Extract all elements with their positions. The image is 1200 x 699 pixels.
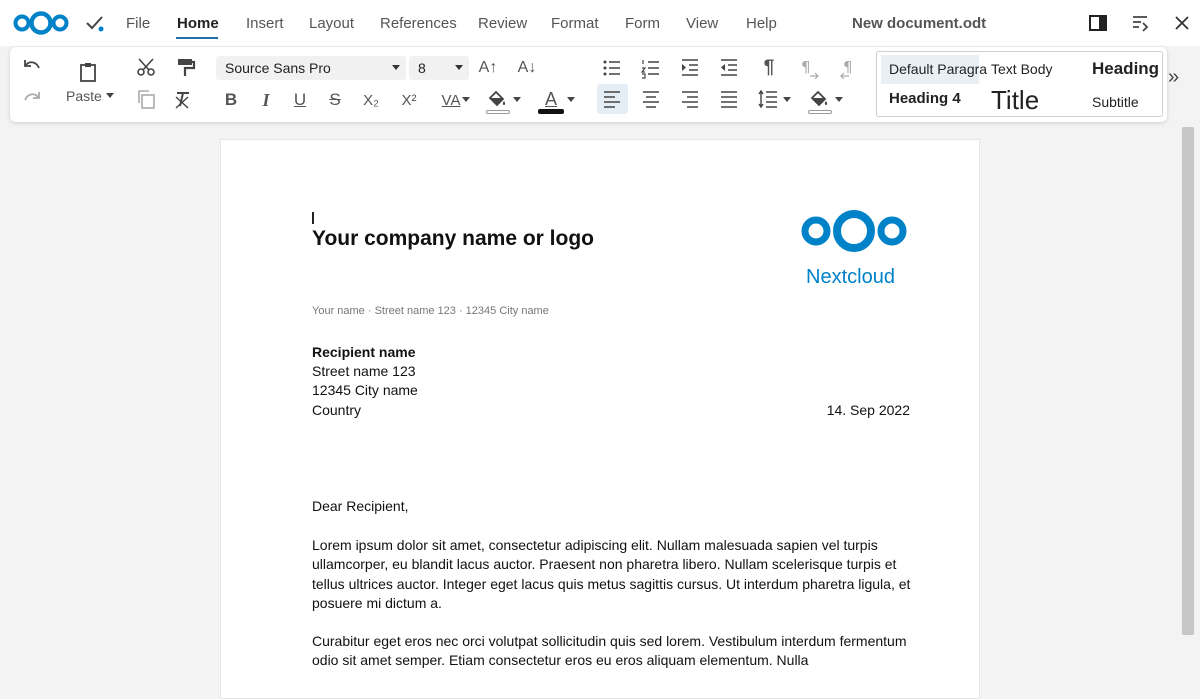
increase-indent-icon[interactable] xyxy=(678,56,702,80)
recipient-country: Country xyxy=(312,402,362,418)
highlight-color-swatch xyxy=(486,110,510,114)
body-paragraph: Lorem ipsum dolor sit amet, consectetur … xyxy=(312,537,911,611)
font-size-value: 8 xyxy=(418,60,426,76)
menu-references[interactable]: References xyxy=(380,15,457,32)
font-size-select[interactable]: 8 xyxy=(409,56,469,80)
menu-review[interactable]: Review xyxy=(478,15,527,32)
numbered-list-icon[interactable] xyxy=(639,56,663,80)
paste-icon[interactable] xyxy=(76,60,100,84)
undo-icon[interactable] xyxy=(20,55,44,79)
font-color-swatch xyxy=(538,109,564,114)
style-text-body[interactable]: Text Body xyxy=(987,61,1053,77)
font-name-value: Source Sans Pro xyxy=(225,60,331,76)
grow-font-button[interactable]: A↑ xyxy=(475,55,501,81)
chevron-down-icon[interactable] xyxy=(462,97,470,102)
logo-wordmark: Nextcloud xyxy=(806,266,895,288)
styles-gallery: Default Paragraph Text Body Heading Head… xyxy=(876,51,1163,117)
recipient-street: Street name 123 xyxy=(312,363,416,379)
align-center-icon[interactable] xyxy=(639,87,663,111)
paste-button[interactable]: Paste xyxy=(66,88,102,104)
bullet-list-icon[interactable] xyxy=(600,56,624,80)
line-spacing-icon[interactable] xyxy=(756,87,780,111)
sender-line: Your name · Street name 123 · 12345 City… xyxy=(312,305,549,317)
nextcloud-logo-icon[interactable] xyxy=(12,10,70,36)
style-default-paragraph[interactable]: Default Paragraph xyxy=(889,61,1003,77)
chevron-down-icon[interactable] xyxy=(567,97,575,102)
align-left-icon[interactable] xyxy=(600,87,624,111)
highlight-color-icon[interactable] xyxy=(485,87,509,111)
close-icon[interactable] xyxy=(1171,12,1193,34)
justify-icon[interactable] xyxy=(717,87,741,111)
recipient-city: 12345 City name xyxy=(312,382,418,398)
body-paragraph: Curabitur eget eros nec orci volutpat so… xyxy=(312,633,907,669)
menu-insert[interactable]: Insert xyxy=(246,15,284,32)
copy-icon[interactable] xyxy=(134,87,158,111)
style-heading[interactable]: Heading xyxy=(1092,59,1160,79)
italic-button[interactable]: I xyxy=(253,87,279,113)
greeting: Dear Recipient, xyxy=(312,498,409,514)
menu-layout[interactable]: Layout xyxy=(309,15,354,32)
recipient-name: Recipient name xyxy=(312,344,416,360)
style-heading-4[interactable]: Heading 4 xyxy=(889,90,961,107)
menu-home[interactable]: Home xyxy=(177,15,219,32)
font-name-select[interactable]: Source Sans Pro xyxy=(216,56,406,80)
active-tab-indicator xyxy=(176,37,218,39)
paragraph-background-icon[interactable] xyxy=(807,87,831,111)
formatting-marks-button[interactable]: ¶ xyxy=(756,55,782,81)
document-title[interactable]: New document.odt xyxy=(852,15,986,32)
decrease-indent-icon[interactable] xyxy=(717,56,741,80)
shrink-font-button[interactable]: A↓ xyxy=(514,55,540,81)
text-cursor xyxy=(312,212,314,224)
style-title[interactable]: Title xyxy=(991,85,1039,116)
bold-button[interactable]: B xyxy=(218,87,244,113)
paste-dropdown-icon[interactable] xyxy=(106,93,114,98)
menu-help[interactable]: Help xyxy=(746,15,777,32)
saved-check-icon[interactable] xyxy=(84,12,106,34)
chevron-down-icon xyxy=(455,65,463,70)
align-right-icon[interactable] xyxy=(678,87,702,111)
letter-date: 14. Sep 2022 xyxy=(826,402,910,418)
cut-icon[interactable] xyxy=(134,55,158,79)
superscript-button[interactable]: X² xyxy=(396,87,422,113)
chevron-down-icon[interactable] xyxy=(783,97,791,102)
chevron-down-icon xyxy=(392,65,400,70)
sidebar-toggle-icon[interactable] xyxy=(1087,12,1109,34)
vertical-scrollbar[interactable] xyxy=(1182,127,1194,635)
nextcloud-logo-icon xyxy=(801,210,907,252)
document-page[interactable]: Your company name or logo Nextcloud Your… xyxy=(220,139,980,699)
clear-formatting-icon[interactable] xyxy=(171,87,195,111)
menu-form[interactable]: Form xyxy=(625,15,660,32)
strikethrough-button[interactable]: S xyxy=(322,87,348,113)
chevron-double-right-icon[interactable]: » xyxy=(1168,66,1179,89)
menu-bar: File Home Insert Layout References Revie… xyxy=(0,0,1200,46)
chevron-down-icon[interactable] xyxy=(513,97,521,102)
underline-button[interactable]: U xyxy=(287,87,313,113)
compact-toolbar-icon[interactable] xyxy=(1129,12,1151,34)
menu-file[interactable]: File xyxy=(126,15,150,32)
clone-formatting-icon[interactable] xyxy=(173,55,197,79)
left-to-right-icon[interactable]: ¶ xyxy=(797,56,821,80)
menu-format[interactable]: Format xyxy=(551,15,599,32)
company-name: Your company name or logo xyxy=(312,227,594,250)
svg-text:¶: ¶ xyxy=(843,58,853,76)
subscript-button[interactable]: X₂ xyxy=(358,87,384,113)
chevron-down-icon[interactable] xyxy=(835,97,843,102)
redo-icon[interactable] xyxy=(20,87,44,111)
paragraph-background-swatch xyxy=(808,110,832,114)
menu-view[interactable]: View xyxy=(686,15,718,32)
style-subtitle[interactable]: Subtitle xyxy=(1092,94,1139,110)
character-spacing-button[interactable]: VA xyxy=(438,87,464,113)
right-to-left-icon[interactable]: ¶ xyxy=(836,56,860,80)
svg-text:¶: ¶ xyxy=(801,58,811,76)
